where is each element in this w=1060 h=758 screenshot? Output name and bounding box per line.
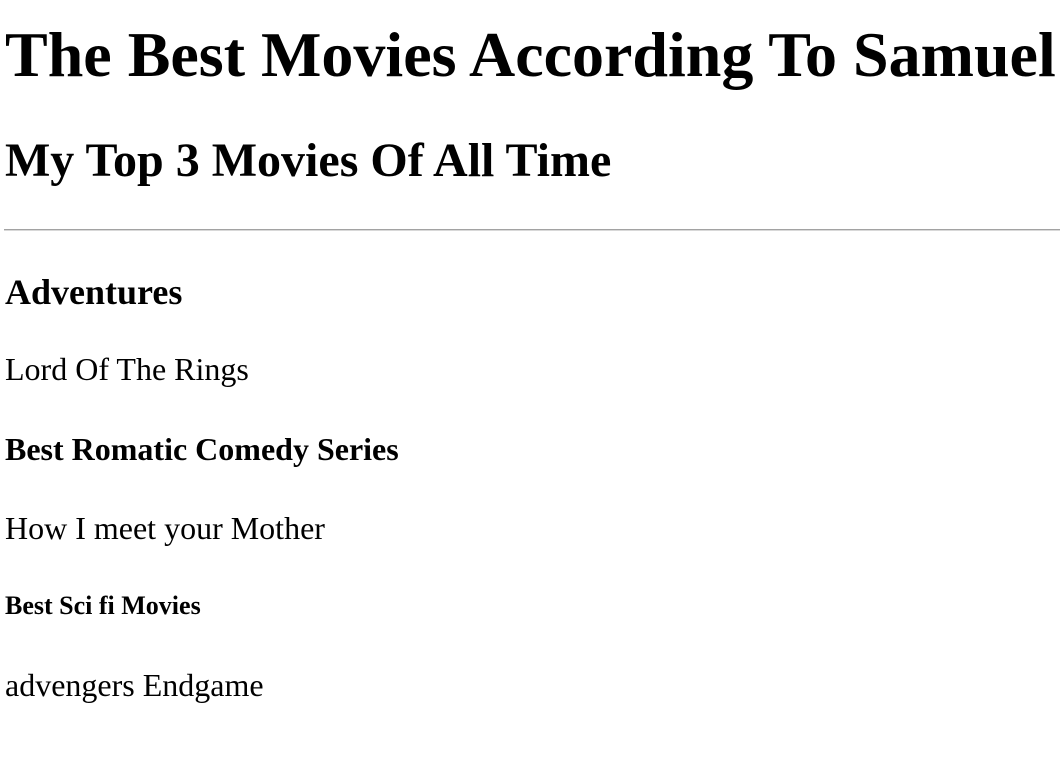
movie-title-adventures: Lord Of The Rings [5,351,249,387]
page-title: The Best Movies According To Samuel [5,19,1056,90]
movie-title-sci-fi: advengers Endgame [5,667,264,703]
movie-title-romantic-comedy: How I meet your Mother [5,510,325,546]
divider [4,229,1060,231]
section-heading-sci-fi: Best Sci fi Movies [5,591,201,620]
section-heading-romantic-comedy: Best Romatic Comedy Series [5,431,399,467]
page: The Best Movies According To Samuel My T… [0,0,1060,758]
page-subtitle: My Top 3 Movies Of All Time [5,134,612,187]
section-heading-adventures: Adventures [5,272,183,312]
